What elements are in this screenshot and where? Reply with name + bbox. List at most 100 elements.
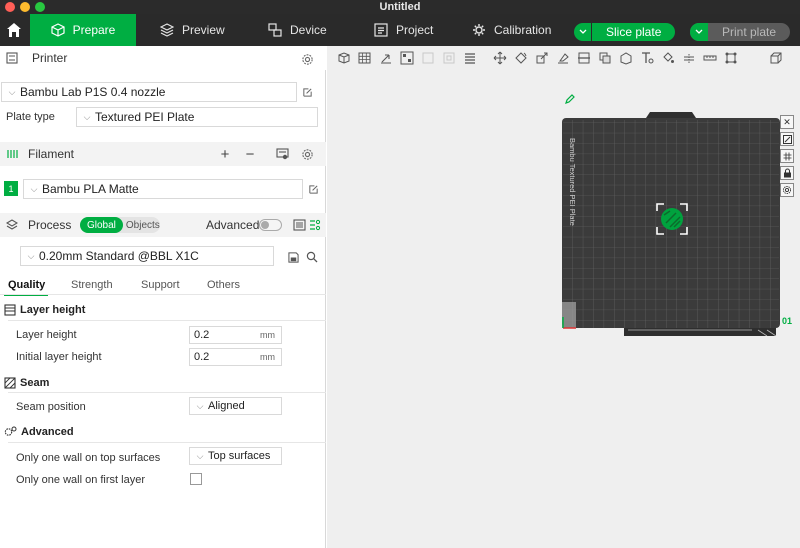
cut-tool[interactable] — [575, 49, 593, 67]
slice-plate-label: Slice plate — [606, 25, 662, 39]
save-preset-button[interactable] — [286, 250, 300, 264]
search-settings-button[interactable] — [305, 250, 319, 264]
seam-position-select[interactable]: ⌵ Aligned — [189, 397, 282, 415]
layer-height-input[interactable]: 0.2 mm — [189, 326, 282, 344]
home-button[interactable] — [0, 14, 28, 46]
view-options-button[interactable] — [767, 49, 785, 67]
one-wall-top-select[interactable]: ⌵ Top surfaces — [189, 447, 282, 465]
print-dropdown[interactable] — [690, 23, 708, 41]
split-parts-button[interactable] — [440, 49, 458, 67]
minus-icon: − — [245, 145, 255, 163]
process-preset-select[interactable]: ⌵ 0.20mm Standard @BBL X1C — [20, 246, 274, 266]
process-section-label: Process — [28, 218, 72, 232]
edit-printer-button[interactable] — [300, 85, 314, 99]
chevron-down-icon: ⌵ — [30, 183, 38, 194]
print-plate-button[interactable]: Print plate — [690, 23, 791, 41]
initial-layer-height-input[interactable]: 0.2 mm — [189, 348, 282, 366]
one-wall-first-checkbox[interactable] — [190, 473, 202, 485]
tab-quality[interactable]: Quality — [8, 279, 45, 291]
project-icon — [374, 23, 388, 37]
viewport-3d[interactable]: Bambu Textured PEI Plate ✕ 01 — [327, 46, 800, 548]
filament-select[interactable]: ⌵ Bambu PLA Matte — [23, 179, 303, 199]
scale-tool[interactable] — [533, 49, 551, 67]
chevron-down-icon — [695, 29, 703, 34]
printer-icon — [6, 52, 18, 64]
edit-filament-button[interactable] — [306, 182, 320, 196]
tab-calibration[interactable]: Calibration — [472, 14, 551, 46]
tab-project[interactable]: Project — [374, 14, 433, 46]
sync-filament-button[interactable] — [275, 147, 289, 161]
advanced-toggle[interactable] — [259, 219, 282, 231]
move-tool[interactable] — [491, 49, 509, 67]
plate-side-icons: ✕ — [780, 115, 794, 197]
tab-preview[interactable]: Preview — [160, 14, 225, 46]
view-cube-icon — [770, 52, 782, 64]
viewport-toolbar-right — [491, 48, 740, 68]
filament-settings-button[interactable] — [300, 147, 314, 161]
seam-paint-tool[interactable] — [680, 49, 698, 67]
split-icon — [422, 52, 434, 64]
plate-settings-button[interactable] — [780, 183, 794, 197]
model-object[interactable] — [656, 203, 688, 235]
printer-settings-button[interactable] — [300, 52, 314, 66]
remove-filament-button[interactable]: − — [243, 145, 257, 163]
variable-layer-icon — [465, 53, 475, 64]
rotate-tool[interactable] — [512, 49, 530, 67]
advanced-settings-icon — [4, 426, 17, 436]
edit-plate-name-icon[interactable] — [565, 94, 575, 104]
lock-plate-button[interactable] — [780, 166, 794, 180]
arrange-icon — [782, 134, 792, 144]
scope-global-button[interactable]: Global — [80, 217, 123, 233]
chevron-down-icon: ⌵ — [196, 450, 204, 461]
process-compare-button[interactable] — [308, 218, 322, 232]
support-paint-tool[interactable] — [617, 49, 635, 67]
paint-bucket-icon — [663, 52, 674, 63]
text-icon — [642, 52, 654, 64]
filament-slot-badge[interactable]: 1 — [4, 181, 18, 196]
tab-others[interactable]: Others — [207, 279, 240, 291]
layer-height-unit: mm — [260, 330, 275, 340]
add-object-button[interactable] — [335, 49, 353, 67]
edit-icon — [302, 87, 312, 97]
arrange-plate-button[interactable] — [780, 132, 794, 146]
tab-strength[interactable]: Strength — [71, 279, 113, 291]
orient-plate-button[interactable] — [780, 149, 794, 163]
assembly-icon — [725, 52, 737, 64]
advanced-label: Advanced — [206, 218, 260, 232]
add-filament-button[interactable]: + — [218, 146, 232, 163]
orient-icon — [381, 54, 391, 64]
grid-icon — [783, 152, 791, 160]
plate-type-select[interactable]: ⌵ Textured PEI Plate — [76, 107, 318, 127]
process-list-button[interactable] — [292, 218, 306, 232]
filament-icon — [7, 150, 18, 158]
list-icon — [292, 219, 306, 231]
auto-orient-button[interactable] — [377, 49, 395, 67]
edit-icon — [308, 184, 318, 194]
seam-position-label: Seam position — [16, 401, 86, 413]
mesh-boolean-tool[interactable] — [596, 49, 614, 67]
home-icon — [7, 23, 21, 37]
slice-dropdown[interactable] — [574, 23, 592, 41]
printer-section-header: Printer — [0, 46, 326, 70]
tab-device[interactable]: Device — [268, 14, 327, 46]
assembly-tool[interactable] — [722, 49, 740, 67]
variable-layer-button[interactable] — [461, 49, 479, 67]
lay-on-face-tool[interactable] — [554, 49, 572, 67]
tab-prepare[interactable]: Prepare — [30, 14, 136, 46]
close-plate-button[interactable]: ✕ — [780, 115, 794, 129]
gear-icon — [301, 148, 313, 160]
layer-height-icon — [4, 304, 16, 316]
measure-tool[interactable] — [701, 49, 719, 67]
text-tool[interactable] — [638, 49, 656, 67]
layer-height-group-title: Layer height — [4, 304, 85, 316]
add-plate-button[interactable] — [356, 49, 374, 67]
split-objects-button[interactable] — [419, 49, 437, 67]
printer-select[interactable]: ⌵ Bambu Lab P1S 0.4 nozzle — [1, 82, 297, 102]
scope-objects-button[interactable]: Objects — [123, 220, 163, 231]
tab-support[interactable]: Support — [141, 279, 180, 291]
arrange-button[interactable] — [398, 49, 416, 67]
slice-plate-button[interactable]: Slice plate — [574, 23, 676, 41]
print-plate-label: Print plate — [722, 25, 777, 39]
measure-icon — [703, 55, 717, 61]
color-paint-tool[interactable] — [659, 49, 677, 67]
